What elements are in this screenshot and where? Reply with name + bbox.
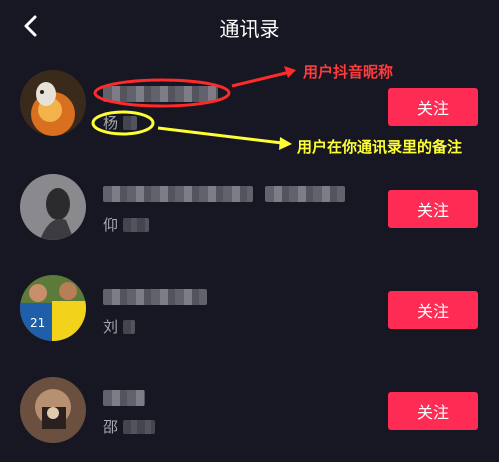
svg-text:21: 21: [30, 316, 45, 330]
follow-button[interactable]: 关注: [388, 88, 478, 126]
contact-remark: 仰: [103, 214, 149, 235]
follow-button[interactable]: 关注: [388, 190, 478, 228]
contact-row[interactable]: 仰 关注: [0, 164, 499, 260]
avatar[interactable]: 21: [20, 275, 86, 341]
avatar[interactable]: [20, 377, 86, 443]
follow-button[interactable]: 关注: [388, 291, 478, 329]
follow-button[interactable]: 关注: [388, 392, 478, 430]
avatar[interactable]: [20, 174, 86, 240]
remark-annotation: 用户在你通讯录里的备注: [297, 138, 463, 156]
nickname-redacted: [103, 86, 218, 102]
contact-remark: 杨: [103, 112, 137, 133]
contact-remark: 刘: [103, 316, 135, 337]
avatar[interactable]: [20, 70, 86, 136]
nickname-redacted: [103, 390, 145, 406]
contact-remark: 邵: [103, 416, 155, 437]
nickname-annotation: 用户抖音昵称: [303, 63, 394, 81]
header: 通讯录: [0, 0, 499, 54]
nickname-redacted: [265, 186, 345, 202]
nickname-redacted: [103, 289, 207, 305]
contact-row[interactable]: 邵 关注: [0, 366, 499, 462]
contact-row[interactable]: 21 刘 关注: [0, 266, 499, 362]
page-title: 通讯录: [219, 17, 280, 41]
nickname-redacted: [103, 186, 253, 202]
